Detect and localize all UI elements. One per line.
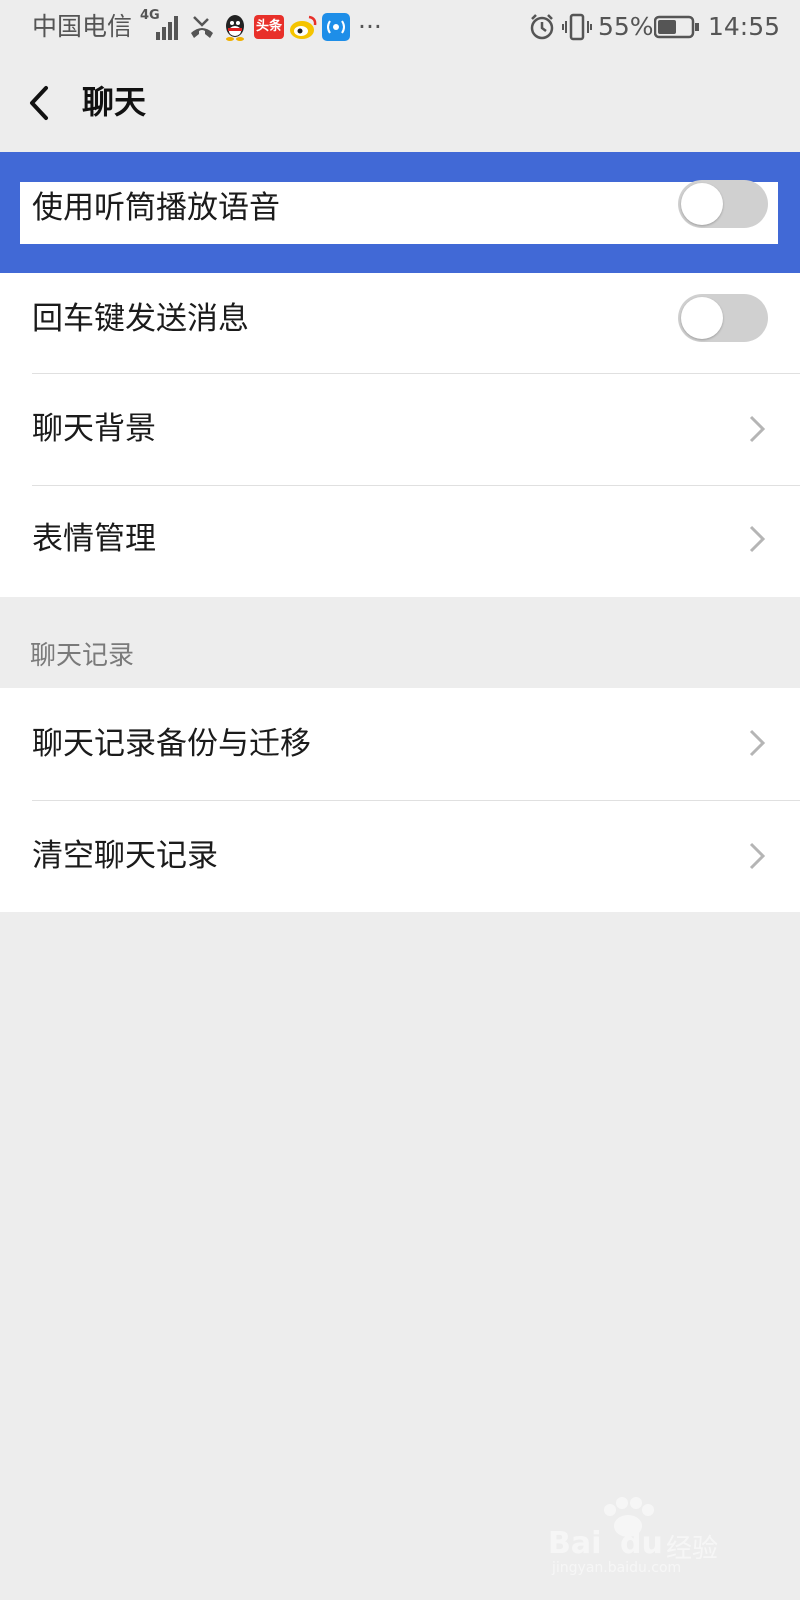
settings-row-clear-history[interactable]: 清空聊天记录 [0, 801, 800, 911]
toutiao-icon: 头条 [254, 15, 284, 39]
settings-row-label: 聊天记录备份与迁移 [32, 726, 311, 762]
navigation-bar: 聊天 [0, 56, 800, 150]
battery-icon [654, 15, 699, 39]
alarm-icon [530, 14, 554, 40]
chevron-right-icon [749, 415, 766, 443]
settings-row-label: 清空聊天记录 [32, 838, 218, 874]
watermark-brand: Bai [548, 1526, 602, 1561]
earpiece-toggle[interactable] [678, 180, 768, 228]
settings-row-sticker-management[interactable]: 表情管理 [0, 486, 800, 596]
vibrate-icon [562, 13, 592, 41]
qq-icon [226, 15, 244, 41]
settings-row-label: 表情管理 [32, 521, 156, 557]
signal-icon [156, 16, 178, 40]
baidu-jingyan-watermark: Bai du 经验 jingyan.baidu.com [548, 1496, 758, 1576]
settings-row-label: 回车键发送消息 [32, 301, 249, 337]
chevron-right-icon [749, 842, 766, 870]
battery-percent: 55% [598, 12, 654, 41]
chevron-right-icon [749, 525, 766, 553]
watermark-url: jingyan.baidu.com [552, 1560, 682, 1576]
back-arrow-icon[interactable] [22, 78, 62, 128]
more-notifications: ··· [358, 12, 382, 41]
chevron-right-icon [749, 729, 766, 757]
settings-group-general: 回车键发送消息 聊天背景 表情管理 [0, 273, 800, 597]
settings-row-earpiece[interactable]: 使用听筒播放语音 [20, 180, 778, 244]
settings-row-backup-migrate[interactable]: 聊天记录备份与迁移 [0, 688, 800, 798]
settings-group-chat-history: 聊天记录备份与迁移 清空聊天记录 [0, 688, 800, 912]
carrier-label: 中国电信 [32, 12, 133, 41]
section-header-chat-history: 聊天记录 [30, 641, 135, 671]
enter-to-send-toggle[interactable] [678, 294, 768, 342]
weibo-icon [290, 15, 317, 39]
settings-row-label: 使用听筒播放语音 [32, 190, 280, 226]
wifi-hotspot-icon [322, 13, 350, 41]
settings-row-enter-to-send[interactable]: 回车键发送消息 [0, 273, 800, 383]
missed-call-icon [191, 16, 213, 38]
page-title: 聊天 [82, 83, 147, 121]
status-bar: 中国电信 4G 头条 ··· 55% 14:55 [0, 0, 800, 56]
settings-row-label: 聊天背景 [32, 411, 156, 447]
watermark-brand-du: du [620, 1526, 663, 1561]
clock: 14:55 [708, 12, 781, 41]
settings-row-chat-background[interactable]: 聊天背景 [0, 374, 800, 484]
